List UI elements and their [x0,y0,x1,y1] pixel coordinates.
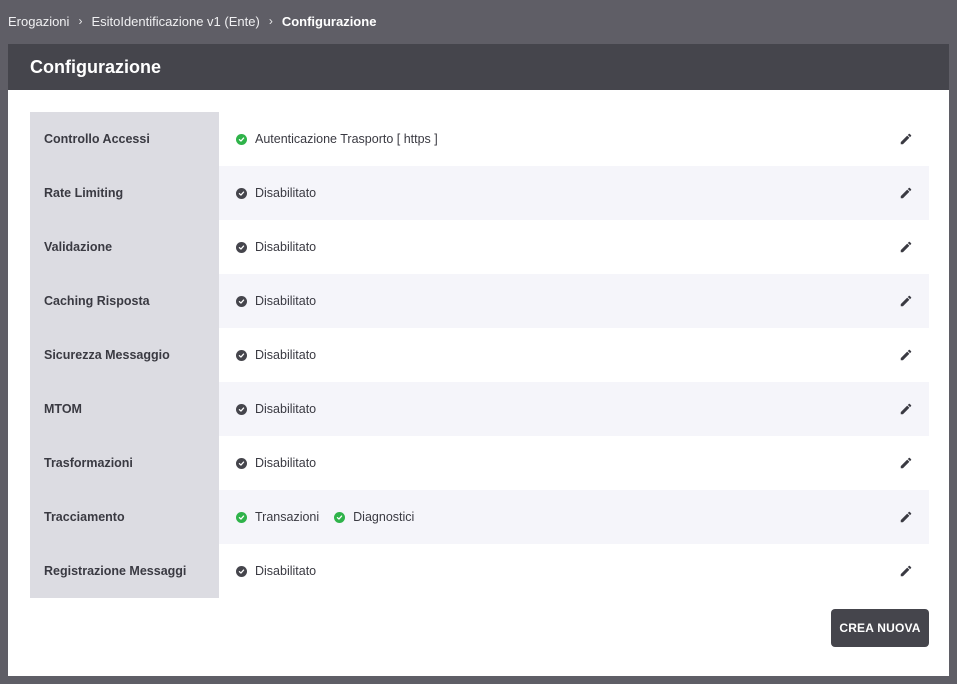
check-circle-icon [236,187,247,199]
config-row-sicurezza-messaggio: Sicurezza Messaggio Disabilitato [30,328,929,382]
config-row-label: Caching Risposta [30,274,219,328]
config-row-label: Sicurezza Messaggio [30,328,219,382]
config-row-content: Disabilitato [219,166,929,220]
check-circle-icon [236,403,247,415]
config-row-label: Tracciamento [30,490,219,544]
status-item: Disabilitato [236,402,316,416]
config-row-label: Registrazione Messaggi [30,544,219,598]
pencil-icon[interactable] [899,402,913,416]
breadcrumb-item-current: Configurazione [281,13,377,29]
status-item: Disabilitato [236,564,316,578]
status-item: Disabilitato [236,294,316,308]
status-item: Diagnostici [334,510,414,524]
pencil-icon[interactable] [899,564,913,578]
config-row-registrazione-messaggi: Registrazione Messaggi Disabilitato [30,544,929,598]
status-item: Disabilitato [236,456,316,470]
create-new-button[interactable]: CREA NUOVA [831,609,929,647]
check-circle-icon [236,511,247,523]
config-row-controllo-accessi: Controllo Accessi Autenticazione Trasport… [30,112,929,166]
breadcrumb-item-erogazioni[interactable]: Erogazioni [8,14,69,29]
pencil-icon[interactable] [899,294,913,308]
breadcrumb: Erogazioni › EsitoIdentificazione v1 (En… [8,0,376,42]
status-text: Disabilitato [255,456,317,470]
config-row-caching-risposta: Caching Risposta Disabilitato [30,274,929,328]
config-row-content: Disabilitato [219,274,929,328]
panel-header: Configurazione [8,44,949,90]
check-circle-icon [334,511,346,523]
status-text: Transazioni [255,510,320,524]
status-text: Disabilitato [255,564,317,578]
pencil-icon[interactable] [899,456,913,470]
check-circle-icon [236,565,247,577]
status-item: Disabilitato [236,240,316,254]
status-text: Disabilitato [255,294,317,308]
status-text: Disabilitato [255,186,317,200]
pencil-icon[interactable] [899,186,913,200]
breadcrumb-item-esito-identificazione[interactable]: EsitoIdentificazione v1 (Ente) [91,14,259,29]
status-text: Autenticazione Trasporto [ https ] [255,132,438,146]
configuration-panel: Configurazione Controllo Accessi Autentic… [8,44,949,676]
check-circle-icon [236,295,247,307]
config-row-validazione: Validazione Disabilitato [30,220,929,274]
config-row-label: Controllo Accessi [30,112,219,166]
status-item: Transazioni [236,510,319,524]
chevron-right-icon: › [78,14,83,28]
pencil-icon[interactable] [899,348,913,362]
config-row-content: Disabilitato [219,382,929,436]
chevron-right-icon: › [268,14,273,28]
config-row-content: Transazioni Diagnostici [219,490,929,544]
config-row-label: Trasformazioni [30,436,219,490]
page-title: Configurazione [30,56,161,77]
status-text: Disabilitato [255,402,317,416]
pencil-icon[interactable] [899,132,913,146]
status-item: Autenticazione Trasporto [ https ] [236,132,438,146]
config-row-content: Autenticazione Trasporto [ https ] [219,112,929,166]
config-row-content: Disabilitato [219,220,929,274]
status-text: Disabilitato [255,240,317,254]
check-circle-icon [236,133,247,145]
config-row-rate-limiting: Rate Limiting Disabilitato [30,166,929,220]
config-row-content: Disabilitato [219,436,929,490]
pencil-icon[interactable] [899,510,913,524]
config-row-content: Disabilitato [219,328,929,382]
config-row-label: Validazione [30,220,219,274]
status-item: Disabilitato [236,348,316,362]
config-row-label: Rate Limiting [30,166,219,220]
status-text: Diagnostici [353,510,415,524]
configuration-list: Controllo Accessi Autenticazione Trasport… [30,112,929,598]
check-circle-icon [236,349,247,361]
config-row-content: Disabilitato [219,544,929,598]
config-row-mtom: MTOM Disabilitato [30,382,929,436]
check-circle-icon [236,457,247,469]
check-circle-icon [236,241,247,253]
pencil-icon[interactable] [899,240,913,254]
config-row-trasformazioni: Trasformazioni Disabilitato [30,436,929,490]
config-row-tracciamento: Tracciamento Transazioni Diagnostici [30,490,929,544]
status-text: Disabilitato [255,348,317,362]
status-item: Disabilitato [236,186,316,200]
config-row-label: MTOM [30,382,219,436]
